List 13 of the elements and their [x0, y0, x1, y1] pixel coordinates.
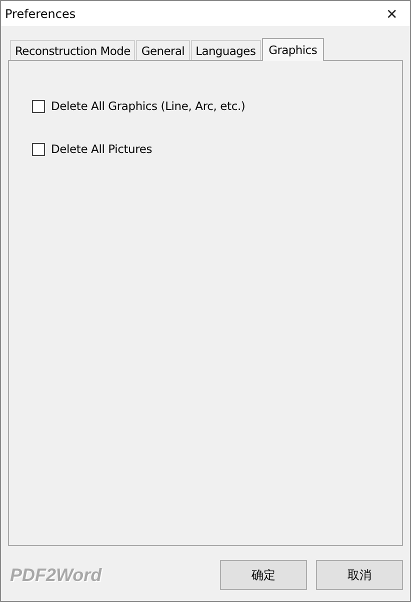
tab[interactable]: Reconstruction Mode: [10, 40, 136, 60]
tab[interactable]: General: [136, 40, 190, 60]
dialog-button[interactable]: 确定: [220, 560, 307, 590]
checkbox-label: Delete All Pictures: [51, 142, 152, 156]
close-button[interactable]: ✕: [374, 1, 410, 26]
checkbox[interactable]: [32, 100, 45, 112]
tab[interactable]: Graphics: [262, 38, 324, 61]
window-title: Preferences: [5, 6, 76, 20]
brand-text: PDF2Word: [9, 564, 102, 586]
checkbox-label: Delete All Graphics (Line, Arc, etc.): [51, 99, 246, 113]
dialog-button[interactable]: 取消: [316, 560, 403, 590]
checkbox[interactable]: [32, 142, 45, 156]
tab[interactable]: Languages: [190, 40, 261, 60]
